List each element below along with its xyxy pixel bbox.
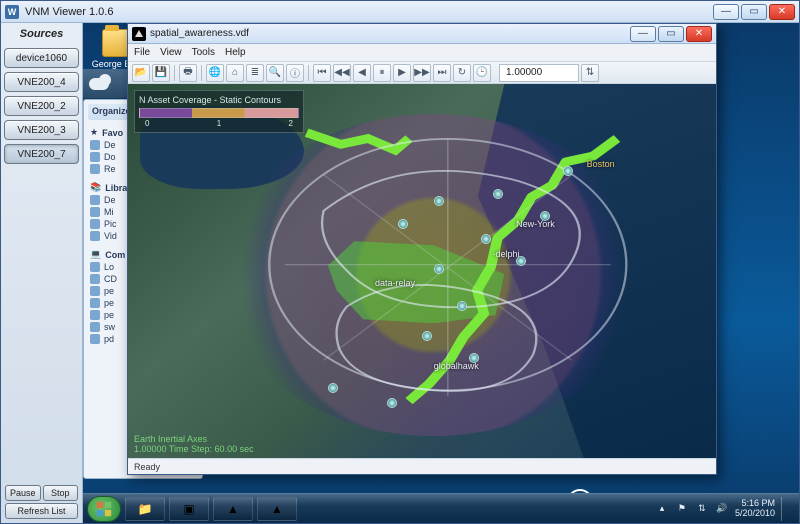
inner-window-controls: — ▭ ✕ <box>630 26 712 42</box>
menu-view[interactable]: View <box>160 47 182 58</box>
tool-open-icon[interactable]: 📂 <box>132 64 150 82</box>
label-globalhawk: globalhawk <box>434 361 479 371</box>
tool-globe-icon[interactable]: 🌐 <box>206 64 224 82</box>
tray-volume-icon[interactable]: 🔊 <box>715 502 729 516</box>
close-button[interactable]: ✕ <box>769 4 795 20</box>
tool-step-fwd-icon[interactable]: ▶▶ <box>413 64 431 82</box>
system-tray: ▴ ⚑ ⇅ 🔊 5:16 PM 5/20/2010 <box>655 497 795 521</box>
label-philly: -delphi <box>493 249 520 259</box>
tool-play-icon[interactable]: ▶ <box>393 64 411 82</box>
outer-window-controls: — ▭ ✕ <box>713 4 795 20</box>
taskbar-item-app1[interactable]: ▣ <box>169 497 209 521</box>
inner-toolbar: 📂 💾 🖶 🌐 ⌂ ≣ 🔍 ⓘ ⏮ ◀◀ ◀ ⏸ ▶ ▶▶ <box>128 62 716 84</box>
label-boston: Boston <box>587 159 615 169</box>
tray-up-icon[interactable]: ▴ <box>655 502 669 516</box>
tool-play-rev-icon[interactable]: ◀ <box>353 64 371 82</box>
legend-box: N Asset Coverage - Static Contours 0 1 2 <box>134 90 304 133</box>
map-node[interactable] <box>434 196 444 206</box>
taskbar-item-app3[interactable]: ▲ <box>257 497 297 521</box>
taskbar-item-app2[interactable]: ▲ <box>213 497 253 521</box>
inner-statusbar: Ready <box>128 458 716 474</box>
sources-header: Sources <box>3 25 80 46</box>
legend-tick: 0 <box>145 119 149 128</box>
label-datarelay: data-relay <box>375 278 415 288</box>
legend-colorbar <box>139 108 299 118</box>
map-node[interactable] <box>387 398 397 408</box>
weather-icon <box>89 78 109 90</box>
refresh-list-button[interactable]: Refresh List <box>5 503 78 519</box>
tool-clock-icon[interactable]: 🕒 <box>473 64 491 82</box>
menu-tools[interactable]: Tools <box>192 47 215 58</box>
taskbar-item-explorer[interactable]: 📁 <box>125 497 165 521</box>
time-stepper[interactable]: ⇅ <box>581 64 599 82</box>
minimize-button[interactable]: — <box>713 4 739 20</box>
source-vne200-7[interactable]: VNE200_7 <box>4 144 79 164</box>
sources-sidebar: Sources device1060 VNE200_4 VNE200_2 VNE… <box>1 23 83 523</box>
map-node[interactable] <box>493 189 503 199</box>
inner-title: spatial_awareness.vdf <box>150 28 249 39</box>
viewport-footer: Earth Inertial Axes 1.00000 Time Step: 6… <box>134 434 254 454</box>
legend-tick: 2 <box>289 119 293 128</box>
tool-info-icon[interactable]: ⓘ <box>286 64 304 82</box>
tool-home-icon[interactable]: ⌂ <box>226 64 244 82</box>
inner-close-button[interactable]: ✕ <box>686 26 712 42</box>
map-node[interactable] <box>481 234 491 244</box>
source-device1060[interactable]: device1060 <box>4 48 79 68</box>
legend-title: N Asset Coverage - Static Contours <box>139 95 299 105</box>
remote-desktop-view: George Elliott Organize ★ Favo De Do Re … <box>83 23 799 523</box>
tray-network-icon[interactable]: ⇅ <box>695 502 709 516</box>
vnm-viewer-window: W VNM Viewer 1.0.6 — ▭ ✕ Sources device1… <box>0 0 800 524</box>
inner-app-icon <box>132 27 146 41</box>
tool-print-icon[interactable]: 🖶 <box>179 64 197 82</box>
tool-step-back-icon[interactable]: ◀◀ <box>333 64 351 82</box>
tool-skip-end-icon[interactable]: ⏭ <box>433 64 451 82</box>
legend-tick: 1 <box>217 119 221 128</box>
inner-minimize-button[interactable]: — <box>630 26 656 42</box>
source-vne200-3[interactable]: VNE200_3 <box>4 120 79 140</box>
outer-title: VNM Viewer 1.0.6 <box>25 6 113 18</box>
tool-layers-icon[interactable]: ≣ <box>246 64 264 82</box>
source-vne200-4[interactable]: VNE200_4 <box>4 72 79 92</box>
tray-flag-icon[interactable]: ⚑ <box>675 502 689 516</box>
inner-maximize-button[interactable]: ▭ <box>658 26 684 42</box>
tool-skip-start-icon[interactable]: ⏮ <box>313 64 331 82</box>
map-viewport[interactable]: Boston New-York -delphi data-relay globa… <box>128 84 716 458</box>
tool-loop-icon[interactable]: ↻ <box>453 64 471 82</box>
source-vne200-2[interactable]: VNE200_2 <box>4 96 79 116</box>
menu-file[interactable]: File <box>134 47 150 58</box>
spatial-awareness-window: spatial_awareness.vdf — ▭ ✕ File View To… <box>127 23 717 475</box>
outer-titlebar[interactable]: W VNM Viewer 1.0.6 — ▭ ✕ <box>1 1 799 23</box>
tool-save-icon[interactable]: 💾 <box>152 64 170 82</box>
label-newyork: New-York <box>516 219 555 229</box>
time-value-field[interactable]: 1.00000 <box>499 64 579 82</box>
app-icon: W <box>5 5 19 19</box>
inner-menubar: File View Tools Help <box>128 44 716 62</box>
tray-clock[interactable]: 5:16 PM 5/20/2010 <box>735 499 775 519</box>
windows-taskbar: 📁 ▣ ▲ ▲ ▴ ⚑ ⇅ 🔊 5:16 PM 5/20/2010 <box>83 493 799 523</box>
status-text: Ready <box>134 462 160 472</box>
pause-button[interactable]: Pause <box>5 485 41 501</box>
map-node[interactable] <box>422 331 432 341</box>
sidebar-bottom-controls: Pause Stop Refresh List <box>3 483 80 521</box>
stop-button[interactable]: Stop <box>43 485 79 501</box>
show-desktop-button[interactable] <box>781 497 789 521</box>
tool-pause-icon[interactable]: ⏸ <box>373 64 391 82</box>
inner-titlebar[interactable]: spatial_awareness.vdf — ▭ ✕ <box>128 24 716 44</box>
start-button[interactable] <box>87 496 121 522</box>
map-node[interactable] <box>434 264 444 274</box>
tool-zoom-icon[interactable]: 🔍 <box>266 64 284 82</box>
maximize-button[interactable]: ▭ <box>741 4 767 20</box>
menu-help[interactable]: Help <box>225 47 246 58</box>
